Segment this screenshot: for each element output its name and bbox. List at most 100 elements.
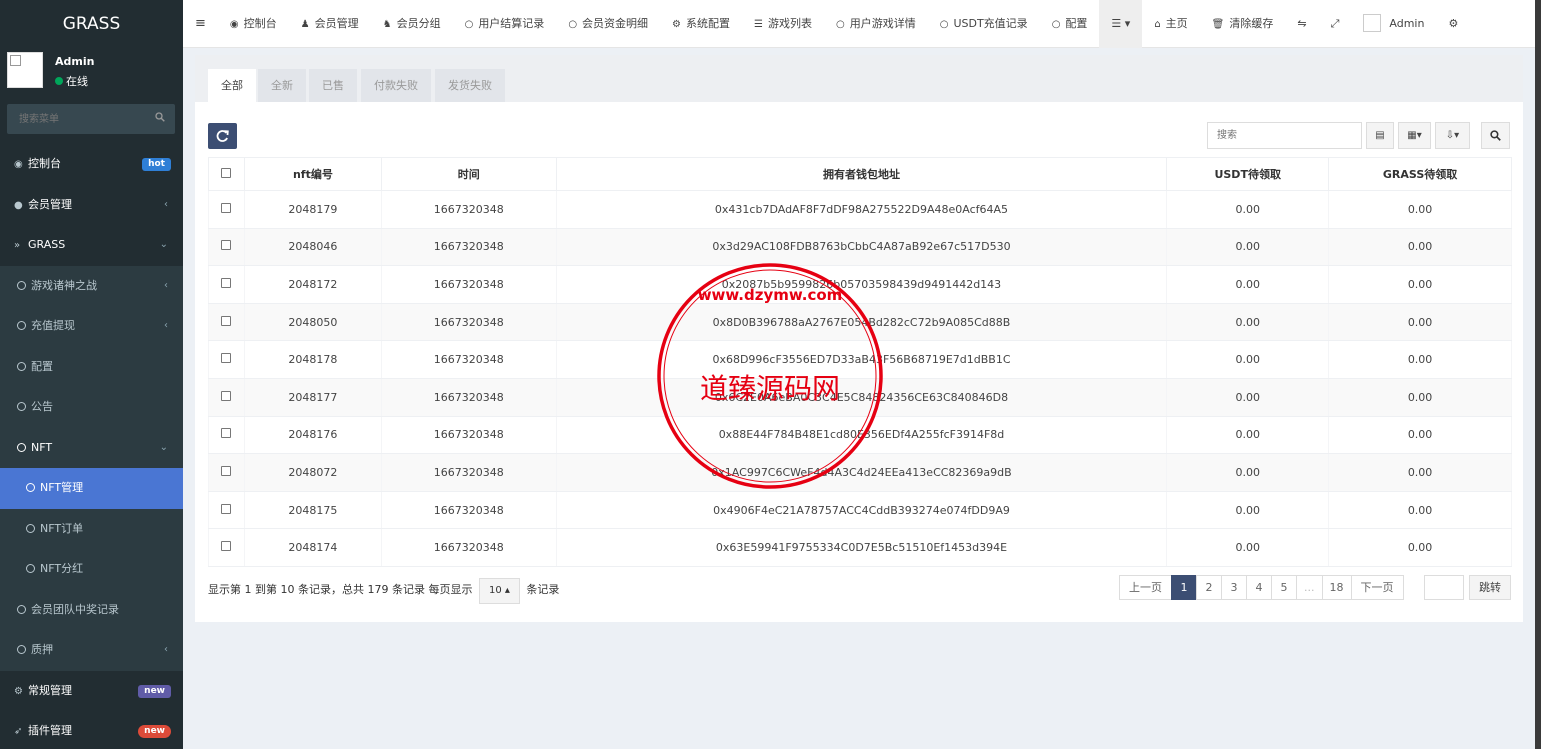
nav-tab-label: 用户游戏详情 <box>849 17 916 30</box>
sidebar-item-label: 会员管理 <box>28 197 72 211</box>
columns-dropdown[interactable]: ▦▾ <box>1398 122 1431 149</box>
row-checkbox[interactable] <box>221 277 232 288</box>
nft-id: 2048175 <box>243 491 382 530</box>
sidebar-item-label: 游戏诸神之战 <box>31 278 97 292</box>
page-1-button[interactable]: 1 <box>1171 575 1197 600</box>
page-5-button[interactable]: 5 <box>1271 575 1297 600</box>
sidebar-item-nft-order[interactable]: NFT订单 <box>0 508 183 549</box>
page-size-select[interactable]: 10 ▴ <box>478 578 520 604</box>
nav-tab-config[interactable]: ○ 配置 <box>1040 0 1100 48</box>
sidebar-item-nft-manage[interactable]: NFT管理 <box>0 468 183 509</box>
page-2-button[interactable]: 2 <box>1196 575 1222 600</box>
export-icon: ⇩▾ <box>1445 130 1460 141</box>
nav-tab-game-detail[interactable]: ○ 用户游戏详情 <box>824 0 928 48</box>
nav-tab-usdt[interactable]: ○ USDT充值记录 <box>928 0 1040 48</box>
sidebar-item-recharge[interactable]: 充值提现 ‹ <box>0 306 183 347</box>
sidebar-item-label: 配置 <box>31 359 53 373</box>
row-checkbox[interactable] <box>221 465 232 476</box>
sidebar-item-grass[interactable]: » GRASS ⌄ <box>0 225 183 266</box>
tab-delivery-failed[interactable]: 发货失败 <box>435 69 505 102</box>
row-checkbox[interactable] <box>221 503 232 514</box>
nav-tab-dashboard[interactable]: ◉ 控制台 <box>218 0 289 48</box>
nft-table: nft编号 时间 拥有者钱包地址 USDT待领取 GRASS待领取 204817… <box>208 157 1512 567</box>
row-checkbox[interactable] <box>221 240 232 251</box>
tab-new[interactable]: 全新 <box>258 69 306 102</box>
time: 1667320348 <box>380 491 557 530</box>
tab-sold[interactable]: 已售 <box>309 69 357 102</box>
nav-tab-members[interactable]: ♟ 会员管理 <box>289 0 371 48</box>
col-usdt[interactable]: USDT待领取 <box>1166 157 1330 191</box>
tab-payment-failed[interactable]: 付款失败 <box>361 69 431 102</box>
row-checkbox[interactable] <box>221 315 232 326</box>
admin-menu[interactable]: Admin <box>1351 0 1436 48</box>
search-button[interactable] <box>1481 122 1510 149</box>
sidebar-item-notice[interactable]: 公告 <box>0 387 183 428</box>
grass-pending: 0.00 <box>1328 340 1512 379</box>
tab-all[interactable]: 全部 <box>208 69 256 102</box>
row-checkbox[interactable] <box>221 202 232 213</box>
sidebar-item-members[interactable]: ● 会员管理 ‹ <box>0 185 183 226</box>
page-3-button[interactable]: 3 <box>1221 575 1247 600</box>
list-icon: ☰ <box>754 19 763 30</box>
app-logo[interactable]: GRASS <box>0 0 183 48</box>
row-checkbox[interactable] <box>221 541 232 552</box>
nav-tab-funds[interactable]: ○ 会员资金明细 <box>556 0 660 48</box>
col-time[interactable]: 时间 <box>380 157 557 191</box>
export-dropdown[interactable]: ⇩▾ <box>1435 122 1470 149</box>
nav-tab-groups[interactable]: ♞ 会员分组 <box>371 0 453 48</box>
col-nft-id[interactable]: nft编号 <box>243 157 382 191</box>
circle-icon <box>17 361 26 371</box>
jump-page-input[interactable] <box>1424 575 1464 600</box>
table-search[interactable] <box>1207 122 1362 149</box>
table-search-input[interactable] <box>1208 123 1358 148</box>
nav-tab-games[interactable]: ☰ 游戏列表 <box>742 0 824 48</box>
settings-button[interactable]: ⚙ <box>1436 0 1470 48</box>
nft-id: 2048176 <box>243 416 382 455</box>
page-18-button[interactable]: 18 <box>1321 575 1352 600</box>
prev-page-button[interactable]: 上一页 <box>1119 575 1172 600</box>
search-icon[interactable] <box>155 112 165 122</box>
row-checkbox[interactable] <box>221 390 232 401</box>
refresh-button[interactable] <box>208 123 237 149</box>
col-grass[interactable]: GRASS待领取 <box>1328 157 1512 191</box>
sidebar-item-stake[interactable]: 质押 ‹ <box>0 630 183 671</box>
nft-id: 2048172 <box>243 265 382 304</box>
fullscreen-button[interactable]: ⤢ <box>1319 0 1352 48</box>
translate-button[interactable]: ⇋ <box>1285 0 1318 48</box>
sidebar-item-config[interactable]: 配置 <box>0 346 183 387</box>
toggle-view-button[interactable]: ▤ <box>1366 122 1394 149</box>
sidebar-item-nft[interactable]: NFT ⌄ <box>0 427 183 468</box>
menu-toggle-button[interactable]: ≡ <box>183 0 218 48</box>
row-checkbox[interactable] <box>221 353 232 364</box>
row-select-cell <box>208 190 245 229</box>
sidebar-item-dashboard[interactable]: ◉ 控制台 hot <box>0 144 183 185</box>
sidebar-item-plugins[interactable]: ➶ 插件管理 new <box>0 711 183 749</box>
col-wallet[interactable]: 拥有者钱包地址 <box>555 157 1168 191</box>
clear-cache-button[interactable]: 🗑 清除缓存 <box>1200 0 1286 48</box>
language-icon: ⇋ <box>1297 17 1307 30</box>
jump-button[interactable]: 跳转 <box>1469 575 1511 600</box>
sidebar-item-label: 公告 <box>31 400 53 413</box>
nav-tab-settlement[interactable]: ○ 用户结算记录 <box>453 0 557 48</box>
nav-tab-system[interactable]: ⚙ 系统配置 <box>660 0 742 48</box>
columns-icon: ▦▾ <box>1407 130 1422 141</box>
sidebar-item-team-prize[interactable]: 会员团队中奖记录 <box>0 589 183 630</box>
next-page-button[interactable]: 下一页 <box>1350 575 1404 600</box>
home-button[interactable]: ⌂ 主页 <box>1142 0 1199 48</box>
grass-pending: 0.00 <box>1328 491 1512 530</box>
pagination: 上一页 1 2 3 4 5 ... 18 下一页 <box>1119 575 1404 600</box>
more-tabs-dropdown[interactable]: ☰ ▾ <box>1099 0 1143 48</box>
select-all-checkbox[interactable] <box>221 167 232 178</box>
nft-id: 2048050 <box>243 303 382 342</box>
nav-tab-label: 系统配置 <box>686 17 731 30</box>
wallet-address: 0x4906F4eC21A78757ACC4CddB393274e074fDD9… <box>555 491 1168 530</box>
sidebar-item-general[interactable]: ⚙ 常规管理 new <box>0 671 183 712</box>
row-select-cell <box>208 453 245 492</box>
sidebar-item-nft-dividend[interactable]: NFT分红 <box>0 549 183 590</box>
circle-icon: ○ <box>835 19 845 30</box>
row-checkbox[interactable] <box>221 428 232 439</box>
sidebar-item-game[interactable]: 游戏诸神之战 ‹ <box>0 265 183 306</box>
page-4-button[interactable]: 4 <box>1246 575 1272 600</box>
menu-search-input[interactable] <box>7 104 137 134</box>
menu-search[interactable] <box>7 104 175 134</box>
